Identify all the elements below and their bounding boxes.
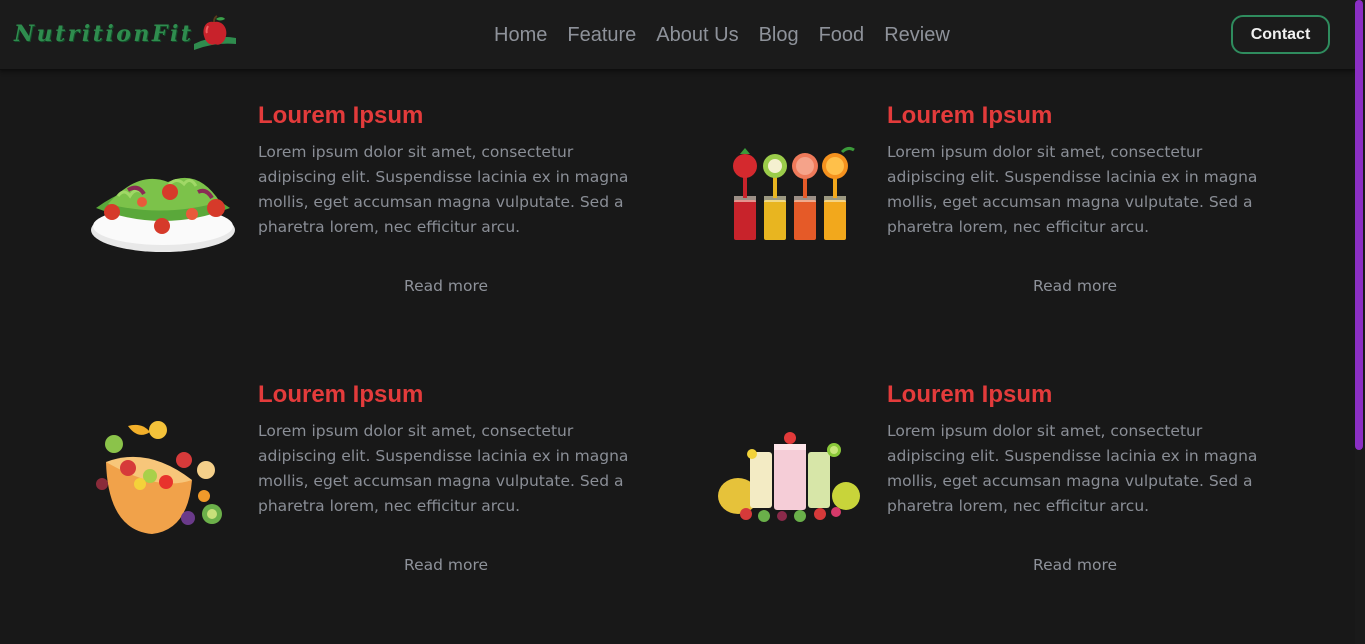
nav-home[interactable]: Home	[486, 24, 547, 47]
card-title: Lourem Ipsum	[887, 102, 1053, 129]
card-2: Lourem Ipsum Lorem ipsum dolor sit amet,…	[887, 102, 1365, 302]
card-description: Lorem ipsum dolor sit amet, consectetur …	[887, 143, 1258, 236]
card-description: Lorem ipsum dolor sit amet, consectetur …	[258, 143, 629, 236]
card-title: Lourem Ipsum	[258, 381, 424, 408]
apple-icon	[193, 15, 236, 50]
brand-logo[interactable]: NutritionFit	[14, 14, 238, 54]
read-more-link[interactable]: Read more	[404, 277, 488, 295]
brand-name: NutritionFit	[14, 21, 194, 47]
card-description: Lorem ipsum dolor sit amet, consectetur …	[887, 422, 1258, 515]
juice-glasses-image	[733, 146, 855, 240]
read-more-link[interactable]: Read more	[1033, 277, 1117, 295]
fruit-bowl-image	[96, 421, 222, 534]
contact-button[interactable]: Contact	[1231, 15, 1330, 54]
card-description: Lorem ipsum dolor sit amet, consectetur …	[258, 422, 629, 515]
card-title: Lourem Ipsum	[887, 381, 1053, 408]
card-title: Lourem Ipsum	[258, 102, 424, 129]
top-navbar: NutritionFit Home Feature About Us Blog …	[0, 0, 1355, 70]
smoothie-glasses-image	[718, 432, 860, 522]
main-nav: Home Feature About Us Blog Food Review	[486, 0, 950, 70]
nav-review[interactable]: Review	[884, 24, 950, 47]
card-4: Lourem Ipsum Lorem ipsum dolor sit amet,…	[887, 381, 1365, 581]
nav-about-us[interactable]: About Us	[656, 24, 738, 47]
read-more-link[interactable]: Read more	[404, 556, 488, 574]
read-more-link[interactable]: Read more	[1033, 556, 1117, 574]
nav-blog[interactable]: Blog	[759, 24, 799, 47]
nav-feature[interactable]: Feature	[567, 24, 636, 47]
salad-bowl-image	[91, 177, 235, 252]
nav-food[interactable]: Food	[819, 24, 865, 47]
